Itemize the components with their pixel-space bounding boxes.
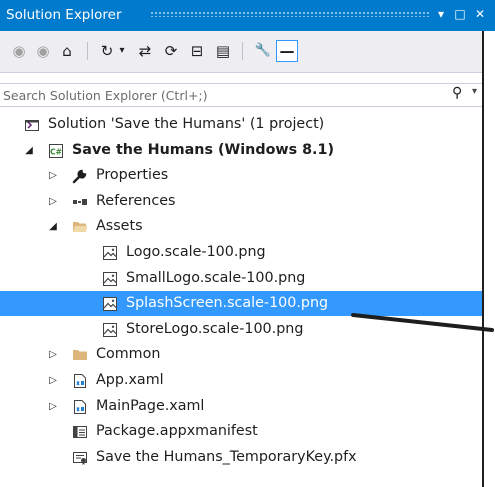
- search-input[interactable]: [3, 86, 443, 104]
- dropdown-caret-icon[interactable]: ▾: [116, 40, 128, 62]
- tree-item[interactable]: StoreLogo.scale-100.png: [0, 317, 495, 342]
- search-bar: ⚲ ▾: [0, 83, 495, 107]
- image-file-icon: [102, 271, 118, 287]
- solution-icon: [24, 117, 40, 133]
- tree-item-label: MainPage.xaml: [96, 398, 205, 414]
- tree-item-label: Common: [96, 346, 161, 362]
- tree-item-label: Solution 'Save the Humans' (1 project): [48, 116, 325, 132]
- toolbar-separator: [87, 42, 88, 60]
- wrench-icon: [72, 168, 88, 184]
- tree-item-label: Save the Humans_TemporaryKey.pfx: [96, 449, 357, 465]
- collapse-all-icon[interactable]: ⊟: [186, 40, 208, 62]
- expand-arrow-icon[interactable]: ▷: [46, 163, 60, 188]
- tree-item-label: StoreLogo.scale-100.png: [126, 321, 304, 337]
- tree-item[interactable]: ▷ App.xaml: [0, 368, 495, 393]
- xaml-file-icon: [72, 399, 88, 415]
- folder-open-icon: [72, 219, 88, 235]
- tree-item-label: Package.appxmanifest: [96, 423, 258, 439]
- expand-arrow-icon[interactable]: ▷: [46, 394, 60, 419]
- search-options-caret-icon[interactable]: ▾: [472, 86, 477, 97]
- back-icon[interactable]: ◉: [8, 40, 30, 62]
- xaml-file-icon: [72, 373, 88, 389]
- tree-item[interactable]: Package.appxmanifest: [0, 419, 495, 444]
- panel-scrollbar-edge: [482, 31, 495, 487]
- panel-title-bar[interactable]: Solution Explorer ▾ □ ✕: [0, 0, 495, 31]
- expand-arrow-icon[interactable]: ▷: [46, 368, 60, 393]
- image-file-icon: [102, 296, 118, 312]
- tree-item[interactable]: ◢ C# Save the Humans (Windows 8.1): [0, 138, 495, 163]
- collapse-arrow-icon[interactable]: ◢: [22, 138, 36, 163]
- tree-item-label: SmallLogo.scale-100.png: [126, 270, 306, 286]
- solution-explorer-toolbar: ◉ ◉ ⌂ ↻ ▾ ⇄ ⟳ ⊟ ▤ 🔧 —: [0, 31, 495, 73]
- tree-item-label: App.xaml: [96, 372, 164, 388]
- manifest-icon: [72, 424, 88, 440]
- close-icon[interactable]: ✕: [472, 4, 488, 24]
- toolbar-separator: [242, 42, 243, 60]
- preview-selected-items-icon[interactable]: —: [276, 40, 298, 62]
- tree-item[interactable]: SplashScreen.scale-100.png: [0, 291, 495, 316]
- tree-item[interactable]: ▷ References: [0, 189, 495, 214]
- svg-text:C#: C#: [50, 148, 62, 157]
- search-icon[interactable]: ⚲: [452, 85, 462, 101]
- tree-item[interactable]: SmallLogo.scale-100.png: [0, 266, 495, 291]
- show-all-files-icon[interactable]: ▤: [212, 40, 234, 62]
- expand-arrow-icon[interactable]: ▷: [46, 189, 60, 214]
- refresh-icon[interactable]: ⟳: [160, 40, 182, 62]
- tree-item-label: References: [96, 193, 176, 209]
- panel-title: Solution Explorer: [6, 7, 122, 23]
- folder-icon: [72, 347, 88, 363]
- tree-item-label: Logo.scale-100.png: [126, 244, 266, 260]
- tree-item-label: Save the Humans (Windows 8.1): [72, 142, 334, 158]
- tree-item[interactable]: ▷ MainPage.xaml: [0, 394, 495, 419]
- csharp-project-icon: C#: [48, 143, 64, 159]
- tree-item[interactable]: ◢ Assets: [0, 214, 495, 239]
- forward-icon[interactable]: ◉: [32, 40, 54, 62]
- references-icon: [72, 194, 88, 210]
- title-bar-grip[interactable]: [150, 11, 429, 17]
- tree-item[interactable]: Solution 'Save the Humans' (1 project): [0, 112, 495, 137]
- home-icon[interactable]: ⌂: [56, 40, 78, 62]
- tree-item-label: Properties: [96, 167, 169, 183]
- tree-item[interactable]: Logo.scale-100.png: [0, 240, 495, 265]
- tree-item[interactable]: Save the Humans_TemporaryKey.pfx: [0, 445, 495, 470]
- properties-wrench-icon[interactable]: 🔧: [252, 40, 274, 62]
- collapse-arrow-icon[interactable]: ◢: [46, 214, 60, 239]
- tree-item-label: SplashScreen.scale-100.png: [126, 295, 329, 311]
- tree-item[interactable]: ▷ Properties: [0, 163, 495, 188]
- window-position-dropdown-icon[interactable]: ▾: [433, 4, 449, 24]
- image-file-icon: [102, 245, 118, 261]
- image-file-icon: [102, 322, 118, 338]
- solution-explorer-panel: Solution Explorer ▾ □ ✕ ◉ ◉ ⌂ ↻ ▾ ⇄ ⟳ ⊟ …: [0, 0, 495, 487]
- sync-icon[interactable]: ⇄: [134, 40, 156, 62]
- tree-item-label: Assets: [96, 218, 143, 234]
- expand-arrow-icon[interactable]: ▷: [46, 342, 60, 367]
- history-icon[interactable]: ↻: [96, 40, 118, 62]
- maximize-icon[interactable]: □: [452, 4, 468, 24]
- certificate-icon: [72, 450, 88, 466]
- tree-item[interactable]: ▷ Common: [0, 342, 495, 367]
